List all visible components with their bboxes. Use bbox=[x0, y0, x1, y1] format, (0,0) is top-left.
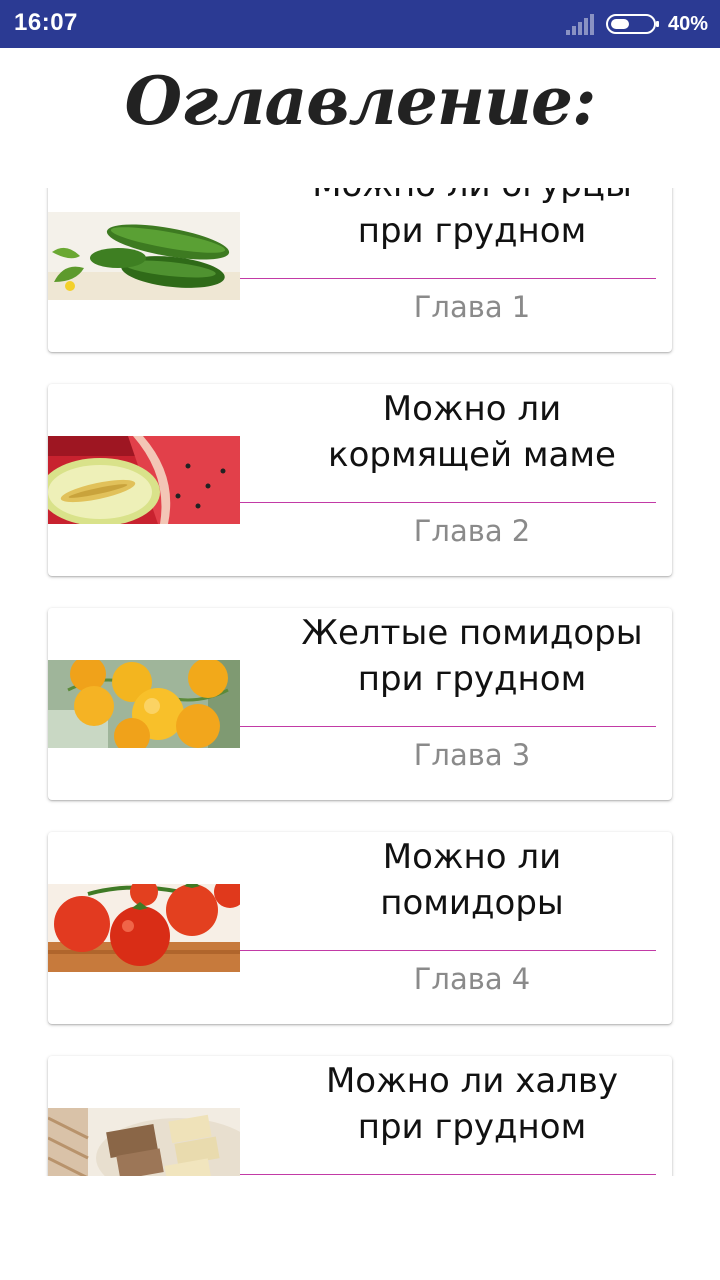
yellow-tomatoes-image bbox=[48, 660, 240, 748]
divider bbox=[240, 278, 656, 279]
chapter-card-1[interactable]: Можно ли огурцы при грудном Глава 1 bbox=[48, 188, 672, 352]
battery-icon bbox=[605, 14, 659, 34]
chapter-label: Глава 3 bbox=[413, 738, 531, 772]
chapter-title: Можно ли помидоры bbox=[380, 837, 564, 923]
chapter-title: Желтые помидоры при грудном bbox=[301, 613, 643, 699]
battery-percent: 40% bbox=[667, 12, 708, 35]
divider bbox=[240, 502, 656, 503]
chapter-list[interactable]: Можно ли огурцы при грудном Глава 1 bbox=[0, 188, 720, 1176]
page-title: Оглавление: bbox=[124, 62, 597, 140]
header: Оглавление: bbox=[0, 48, 720, 188]
chapter-label: Глава 1 bbox=[413, 290, 531, 324]
chapter-title: Можно ли халву при грудном bbox=[325, 1061, 619, 1147]
red-tomatoes-image bbox=[48, 884, 240, 972]
chapter-label: Глава 4 bbox=[413, 962, 531, 996]
chapter-card-4[interactable]: Можно ли помидоры Глава 4 bbox=[48, 832, 672, 1024]
cucumbers-image bbox=[48, 212, 240, 300]
status-bar: 16:07 40% bbox=[0, 0, 720, 48]
halva-image bbox=[48, 1108, 240, 1176]
chapter-title: Можно ли кормящей маме bbox=[328, 389, 616, 475]
melon-watermelon-image bbox=[48, 436, 240, 524]
chapter-title: Можно ли огурцы при грудном bbox=[312, 188, 632, 251]
chapter-card-2[interactable]: Можно ли кормящей маме Глава 2 bbox=[48, 384, 672, 576]
chapter-label: Глава 2 bbox=[413, 514, 531, 548]
status-icons: 40% bbox=[565, 8, 708, 40]
status-time: 16:07 bbox=[14, 9, 78, 36]
signal-icon bbox=[565, 13, 594, 35]
divider bbox=[240, 1174, 656, 1175]
chapter-card-3[interactable]: Желтые помидоры при грудном Глава 3 bbox=[48, 608, 672, 800]
divider bbox=[240, 726, 656, 727]
divider bbox=[240, 950, 656, 951]
chapter-card-5[interactable]: Можно ли халву при грудном bbox=[48, 1056, 672, 1176]
